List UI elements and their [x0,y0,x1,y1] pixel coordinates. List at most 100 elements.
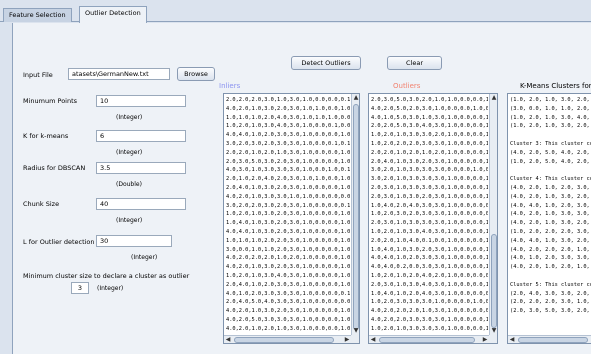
outliers-row[interactable]: 2.0,3.0,1.0,3.0,3.0,3.0,1.0,0.0,0.0,1.0,… [371,219,488,228]
outliers-row[interactable]: 4.0,2.0,2.0,3.0,3.0,3.0,1.0,0.0,0.0,1.0,… [371,316,488,325]
scroll-left-icon[interactable]: ◀ [508,336,516,343]
inliers-row[interactable]: 1.0,2.0,1.0,3.0,4.0,3.0,1.0,0.0,0.0,1.0,… [226,272,350,281]
clusters-row[interactable]: (3.0, 0.0, 1.0, 1.0, 2.0, 3.0, 1 [510,105,591,114]
outliers-row[interactable]: 1.0,4.0,1.0,3.0,2.0,3.0,1.0,0.0,0.0,1.0,… [371,246,488,255]
scroll-right-icon[interactable]: ▶ [343,336,351,343]
outliers-row[interactable]: 1.0,4.0,1.0,2.0,4.0,3.0,1.0,0.0,0.0,0.0,… [371,290,488,299]
outliers-row[interactable]: 4.0,2.0,2.0,2.0,1.0,3.0,1.0,0.0,0.0,0.1,… [371,307,488,316]
inliers-row[interactable]: 1.0,4.0,1.0,3.0,2.0,3.0,1.0,0.0,0.0,1.0,… [226,219,350,228]
clear-button[interactable]: Clear [387,56,442,70]
clusters-list[interactable]: (1.0, 2.0, 1.0, 3.0, 2.0, 3.0, 1(3.0, 0.… [507,93,591,344]
clusters-row[interactable] [510,131,591,140]
inliers-row[interactable]: 2.0,2.0,2.0,3.0,1.0,3.0,1.0,0.0,0.0,0.1,… [226,96,350,105]
k-means-field[interactable]: 6 [96,130,186,142]
outliers-row[interactable]: 2.0,3.0,1.0,3.0,3.0,3.0,1.0,0.0,0.0,1.0,… [371,184,488,193]
outliers-row[interactable]: 1.0,2.0,1.0,3.0,3.0,3.0,1.0,0.0,0.0,1.0,… [371,325,488,334]
input-file-field[interactable]: atasets\GermanNew.txt [68,68,170,80]
outliers-row[interactable]: 2.0,2.0,5.0,3.0,4.0,3.0,1.0,0.0,0.0,1.0,… [371,122,488,131]
clusters-row[interactable]: (1.0, 2.0, 1.0, 3.0, 4.0, 3.0, 1 [510,114,591,123]
outliers-row[interactable]: 4.0,4.0,0.2,0.0,3.0,3.0,1.0,0.0,0.0,1.0,… [371,263,488,272]
tab-feature-selection[interactable]: Feature Selection [3,8,72,22]
outliers-row[interactable]: 1.0,2.0,1.0,2.0,4.0,2.0,1.0,0.0,0.0,0.0,… [371,272,488,281]
outliers-row[interactable]: 1.0,4.0,2.0,4.0,3.0,3.0,1.0,0.0,0.0,0.0,… [371,202,488,211]
inliers-row[interactable]: 1.0,1.0,1.0,2.0,4.0,3.0,1.0,1.0,1.0,0.0,… [226,114,350,123]
inliers-row[interactable]: 3.0,2.0,2.0,3.0,2.0,3.0,1.0,0.0,0.0,0.1,… [226,202,350,211]
scroll-left-icon[interactable]: ◀ [224,336,232,343]
clusters-row[interactable]: Cluster 4: This cluster cont [510,175,591,184]
inliers-row[interactable]: 2.0,4.0,5.0,4.0,3.0,3.0,1.0,0.0,0.0,0.0,… [226,298,350,307]
clusters-row[interactable] [510,272,591,281]
radius-field[interactable]: 3.5 [96,162,186,174]
inliers-row[interactable]: 4.0,2.0,1.0,2.0,1.0,3.0,1.0,0.0,0.0,1.0,… [226,325,350,334]
tab-outlier-detection[interactable]: Outlier Detection [79,6,147,23]
outliers-row[interactable]: 3.0,2.0,1.0,3.0,3.0,3.0,1.0,0.0,0.0,1.0,… [371,175,488,184]
inliers-row[interactable]: 4.0,2.0,1.0,3.0,3.0,1.0,1.0,0.0,0.0,0.0,… [226,193,350,202]
outliers-row[interactable]: 4.0,1.0,5.0,3.0,1.0,3.0,1.0,0.0,0.0,1.0,… [371,114,488,123]
inliers-horizontal-scrollbar[interactable]: ◀ ▶ [224,335,351,343]
outliers-row[interactable]: 3.0,2.0,1.0,3.0,3.0,3.0,0.0,0.0,1.0,0.1,… [371,166,488,175]
clusters-row[interactable]: (4.0, 2.0, 1.0, 3.0, 3.0, 3.0, 1 [510,210,591,219]
inliers-row[interactable]: 2.0,3.0,5.0,3.0,2.0,3.0,1.0,0.0,0.0,1.0,… [226,158,350,167]
clusters-row[interactable]: (4.0, 2.0, 2.0, 2.0, 1.0, 3.0, 1 [510,246,591,255]
inliers-row[interactable]: 3.0,2.0,3.0,2.0,3.0,3.0,1.0,0.0,0.1,0.1,… [226,140,350,149]
inliers-list[interactable]: 2.0,2.0,2.0,3.0,1.0,3.0,1.0,0.0,0.0,0.1,… [223,93,360,344]
inliers-row[interactable]: 4.0,2.0,1.0,3.0,2.0,3.0,1.0,0.0,0.0,1.0,… [226,263,350,272]
outliers-horizontal-scrollbar[interactable]: ◀ ▶ [369,335,489,343]
clusters-row[interactable]: (1.0, 2.0, 1.0, 3.0, 2.0, 3.0, 1 [510,122,591,131]
inliers-row[interactable]: 4.0,2.0,1.0,3.0,2.0,3.0,1.0,1.0,0.0,1.0,… [226,105,350,114]
inliers-row[interactable]: 4.0,4.0,1.0,2.0,3.0,3.0,1.0,0.0,0.0,1.0,… [226,131,350,140]
chunk-size-field[interactable]: 40 [96,198,186,210]
clusters-row[interactable]: (4.0, 4.0, 1.0, 2.0, 3.0, 3.0, 1 [510,202,591,211]
clusters-row[interactable]: (4.0, 2.0, 1.0, 3.0, 2.0, 3.0, 1 [510,219,591,228]
scroll-thumb[interactable] [491,234,497,328]
inliers-row[interactable]: 1.0,2.0,1.0,3.0,2.0,3.0,1.0,0.0,0.0,1.0,… [226,210,350,219]
scroll-thumb[interactable] [518,337,588,343]
scroll-thumb[interactable] [379,337,475,343]
inliers-row[interactable]: 1.0,1.0,1.0,2.0,2.0,3.0,1.0,0.0,0.0,1.0,… [226,237,350,246]
clusters-row[interactable]: (1.0, 2.0, 1.0, 3.0, 2.0, 3.0, 1 [510,96,591,105]
clusters-row[interactable]: (4.0, 4.0, 1.0, 3.0, 2.0, 3.0, 1 [510,237,591,246]
inliers-row[interactable]: 4.0,3.0,1.0,3.0,3.0,3.0,1.0,0.0,1.0,0.1,… [226,166,350,175]
scroll-up-icon[interactable]: ▲ [352,94,359,102]
inliers-row[interactable]: 2.0,2.0,1.0,2.0,1.0,3.0,1.0,0.0,0.0,1.0,… [226,149,350,158]
inliers-vertical-scrollbar[interactable]: ▲ ▼ [351,94,359,335]
outliers-row[interactable]: 1.0,2.0,1.0,3.0,4.0,3.0,1.0,0.0,0.0,1.0,… [371,228,488,237]
clusters-row[interactable]: (4.0, 2.0, 1.0, 2.0, 1.0, 3.0, 1 [510,263,591,272]
scroll-right-icon[interactable]: ▶ [481,336,489,343]
browse-button[interactable]: Browse [177,67,215,81]
inliers-row[interactable]: 2.0,4.0,1.0,3.0,2.0,3.0,1.0,0.0,0.0,1.0,… [226,184,350,193]
l-outlier-field[interactable]: 30 [96,235,172,247]
clusters-row[interactable]: Cluster 3: This cluster cont [510,140,591,149]
clusters-row[interactable]: (4.0, 2.0, 1.0, 2.0, 3.0, 1.0, 1 [510,184,591,193]
inliers-row[interactable]: 1.0,2.0,1.0,3.0,4.0,3.0,1.0,0.0,0.1,0.0,… [226,122,350,131]
min-cluster-field[interactable]: 3 [71,282,89,294]
outliers-row[interactable]: 4.0,2.0,5.0,2.0,3.0,1.0,0.0,0.0,1.0,0.1,… [371,105,488,114]
outliers-row[interactable]: 2.0,2.0,1.0,4.0,0.1,0.0,1.0,0.0,0.0,1.0,… [371,237,488,246]
outliers-row[interactable]: 2.0,3.0,1.0,3.0,4.0,3.0,1.0,0.0,0.0,1.0,… [371,281,488,290]
clusters-row[interactable]: (1.0, 2.0, 5.0, 4.0, 2.0, 3.0, 1 [510,158,591,167]
scroll-thumb[interactable] [353,104,359,330]
outliers-row[interactable]: 1.0,2.0,3.0,2.0,3.0,3.0,1.0,0.0,0.0,0.0,… [371,210,488,219]
outliers-row[interactable]: 2.0,2.0,1.0,2.0,1.0,2.0,1.0,0.0,0.0,1.0,… [371,149,488,158]
detect-outliers-button[interactable]: Detect Outliers [291,56,361,70]
clusters-horizontal-scrollbar[interactable]: ◀ [508,335,591,343]
scroll-up-icon[interactable]: ▲ [490,94,497,102]
inliers-row[interactable]: 4.0,4.0,1.0,3.0,2.0,3.0,1.0,0.0,0.0,1.0,… [226,228,350,237]
scroll-down-icon[interactable]: ▼ [490,327,497,335]
inliers-row[interactable]: 4.0,2.0,1.0,3.0,2.0,3.0,1.0,0.0,0.0,1.0,… [226,307,350,316]
clusters-row[interactable]: (2.0, 3.0, 5.0, 3.0, 2.0, 3.0, 1 [510,307,591,316]
clusters-row[interactable]: (4.0, 2.0, 5.0, 4.0, 2.0, 3.0, 1 [510,149,591,158]
outliers-row[interactable]: 2.0,3.0,1.0,3.0,2.0,3.0,1.0,0.0,0.0,1.0,… [371,193,488,202]
inliers-row[interactable]: 2.0,4.0,1.0,2.0,3.0,3.0,1.0,0.0,0.0,1.0,… [226,281,350,290]
scroll-thumb[interactable] [234,337,334,343]
outliers-row[interactable]: 1.0,2.0,2.0,2.0,3.0,3.0,1.0,0.0,0.0,1.0,… [371,140,488,149]
outliers-row[interactable]: 2.0,4.0,1.0,3.0,2.0,3.0,1.0,0.0,0.0,1.0,… [371,158,488,167]
clusters-row[interactable]: (4.0, 1.0, 2.0, 3.0, 3.0, 3.0, 1 [510,254,591,263]
inliers-row[interactable]: 3.0,0.0,1.0,1.0,2.0,3.0,1.0,0.0,0.0,1.0,… [226,246,350,255]
outliers-row[interactable]: 1.0,2.0,3.0,3.0,3.0,1.0,0.0,0.0,1.0,0.1,… [371,298,488,307]
clusters-row[interactable]: (4.0, 2.0, 1.0, 3.0, 2.0, 3.0, 1 [510,193,591,202]
outliers-row[interactable]: 2.0,3.0,5.0,3.0,2.0,1.0,1.0,0.0,0.0,1.0,… [371,96,488,105]
inliers-row[interactable]: 4.0,1.0,2.0,3.0,3.0,3.0,1.0,0.0,0.0,0.1,… [226,290,350,299]
scroll-down-icon[interactable]: ▼ [352,327,359,335]
outliers-row[interactable]: 1.0,2.0,1.0,3.0,3.0,2.0,1.0,0.0,0.0,1.0,… [371,131,488,140]
